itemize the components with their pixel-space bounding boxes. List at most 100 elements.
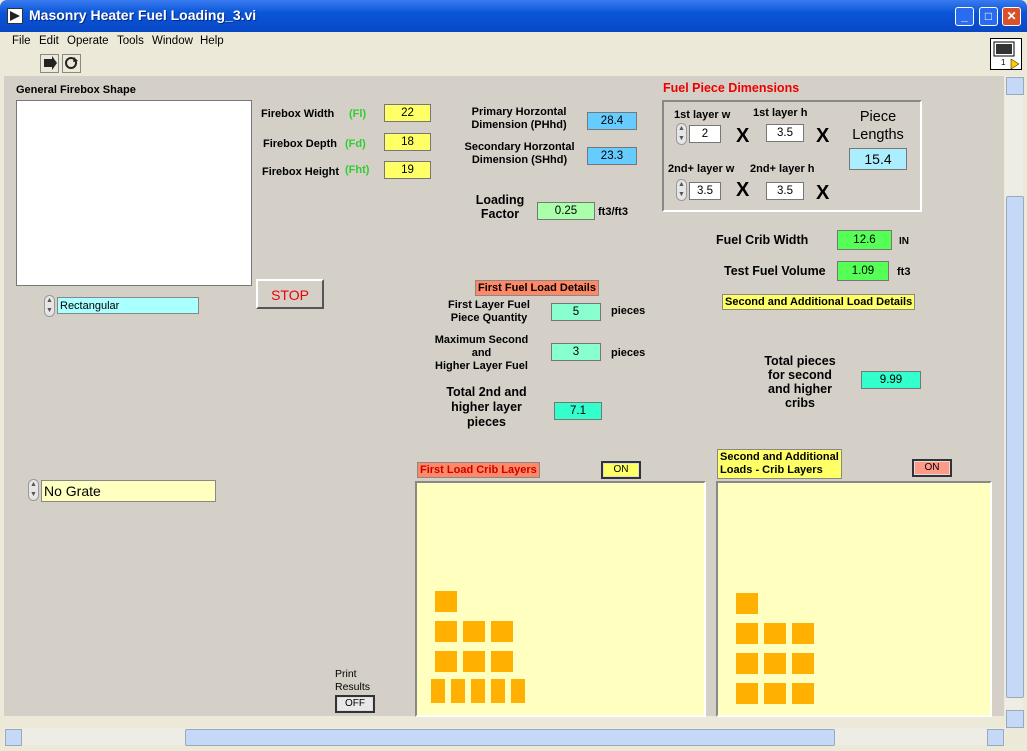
firebox-width-symbol: (Fl) — [349, 108, 367, 120]
loading-factor-unit: ft3/ft3 — [598, 206, 628, 218]
scroll-left-icon[interactable] — [5, 729, 22, 746]
grate-spinner-icon[interactable]: ▲ ▼ — [28, 479, 39, 501]
crib-block — [491, 679, 505, 703]
second-total-label-4: cribs — [785, 396, 815, 410]
toolbar — [4, 52, 1023, 76]
menu-operate[interactable]: Operate — [67, 35, 109, 47]
second-total-label-1: Total pieces — [764, 354, 836, 368]
second-load-graph — [716, 481, 992, 717]
print-results-toggle-label: OFF — [338, 698, 372, 710]
first-qty-unit: pieces — [611, 305, 646, 317]
menu-help[interactable]: Help — [200, 35, 224, 47]
test-fuel-volume-label: Test Fuel Volume — [724, 264, 826, 278]
crib-block — [471, 679, 485, 703]
menu-edit[interactable]: Edit — [39, 35, 59, 47]
horizontal-scroll-thumb[interactable] — [185, 729, 835, 746]
loading-factor-label-1: Loading — [475, 193, 525, 207]
crib-block — [736, 653, 758, 674]
fuel-crib-width-indicator: 12.6 — [837, 230, 892, 250]
second-layer-h-label: 2nd+ layer h — [750, 163, 815, 175]
test-fuel-volume-indicator: 1.09 — [837, 261, 889, 281]
piece-lengths-label-2: Lengths — [852, 127, 904, 143]
first-load-graph — [415, 481, 706, 717]
shape-spinner-icon[interactable]: ▲ ▼ — [44, 295, 55, 317]
second-layer-w-label: 2nd+ layer w — [668, 163, 735, 175]
second-load-graph-title: Second and Additional Loads - Crib Layer… — [717, 449, 842, 479]
total-layer-label-1: Total 2nd and — [446, 385, 527, 399]
crib-block — [435, 651, 457, 672]
piece-lengths-indicator: 15.4 — [849, 148, 907, 170]
crib-block — [736, 683, 758, 704]
minimize-button[interactable]: _ — [955, 7, 974, 26]
primary-dimension-label-1: Primary Horzontal — [471, 106, 567, 118]
piece-lengths-label-1: Piece — [859, 109, 897, 125]
scroll-up-icon[interactable] — [1006, 77, 1024, 95]
multiply-x-3: X — [736, 179, 750, 201]
grate-ring[interactable]: No Grate — [41, 480, 216, 502]
max-qty-label-1: Maximum Second — [434, 334, 529, 346]
vi-connector-icon[interactable]: 1 — [990, 38, 1022, 70]
crib-block — [463, 621, 485, 642]
second-load-graph-title-1: Second and Additional — [720, 451, 839, 463]
loading-factor-input[interactable]: 0.25 — [537, 202, 595, 220]
firebox-depth-label: Firebox Depth — [263, 138, 337, 150]
firebox-shape-ring[interactable]: Rectangular — [57, 297, 199, 314]
maximize-button[interactable]: □ — [979, 7, 998, 26]
firebox-depth-input[interactable]: 18 — [384, 133, 431, 151]
crib-block — [736, 623, 758, 644]
crib-block — [491, 651, 513, 672]
fuel-crib-width-unit: IN — [899, 236, 909, 247]
total-layer-label-2: higher layer — [451, 400, 522, 414]
second-layer-w-input[interactable]: 3.5 — [689, 182, 721, 200]
max-qty-unit: pieces — [611, 347, 646, 359]
first-qty-label-1: First Layer Fuel — [448, 299, 530, 311]
firebox-width-input[interactable]: 22 — [384, 104, 431, 122]
second-layer-w-spinner-icon[interactable]: ▲ ▼ — [676, 179, 687, 201]
firebox-height-input[interactable]: 19 — [384, 161, 431, 179]
vertical-scrollbar[interactable] — [1005, 76, 1024, 728]
scroll-down-icon[interactable] — [1006, 710, 1024, 728]
second-load-toggle[interactable]: ON — [912, 459, 952, 477]
crib-block — [792, 653, 814, 674]
primary-dimension-label-2: Dimension (PHhd) — [471, 119, 567, 131]
second-total-label-3: and higher — [768, 382, 832, 396]
firebox-height-symbol: (Fht) — [345, 164, 370, 176]
first-load-toggle[interactable]: ON — [601, 461, 641, 479]
first-layer-w-label: 1st layer w — [674, 109, 731, 121]
primary-dimension-indicator: 28.4 — [587, 112, 637, 130]
secondary-dimension-label-1: Secondary Horzontal — [464, 141, 575, 153]
crib-block — [435, 621, 457, 642]
second-layer-h-input[interactable]: 3.5 — [766, 182, 804, 200]
horizontal-scrollbar[interactable] — [4, 728, 1005, 746]
first-layer-h-label: 1st layer h — [753, 107, 808, 119]
first-layer-h-input[interactable]: 3.5 — [766, 124, 804, 142]
first-load-toggle-label: ON — [604, 464, 638, 476]
crib-block — [435, 591, 457, 612]
max-qty-label-2: and — [471, 347, 492, 359]
menu-tools[interactable]: Tools — [117, 35, 144, 47]
scroll-right-icon[interactable] — [987, 729, 1004, 746]
stop-button[interactable]: STOP — [256, 279, 324, 309]
test-fuel-volume-unit: ft3 — [897, 266, 911, 278]
firebox-depth-symbol: (Fd) — [345, 138, 366, 150]
multiply-x-2: X — [816, 125, 830, 147]
first-layer-w-spinner-icon[interactable]: ▲ ▼ — [676, 123, 687, 145]
crib-block — [511, 679, 525, 703]
app-window: Masonry Heater Fuel Loading_3.vi _ □ ✕ F… — [0, 0, 1027, 751]
secondary-dimension-indicator: 23.3 — [587, 147, 637, 165]
second-load-graph-title-2: Loads - Crib Layers — [720, 464, 823, 476]
loading-factor-label-2: Factor — [480, 207, 520, 221]
print-results-label-2: Results — [335, 681, 371, 693]
second-total-indicator: 9.99 — [861, 371, 921, 389]
second-load-toggle-label: ON — [915, 462, 949, 474]
menu-window[interactable]: Window — [152, 35, 193, 47]
menu-file[interactable]: File — [12, 35, 31, 47]
vertical-scroll-thumb[interactable] — [1006, 196, 1024, 698]
run-arrow-icon[interactable] — [40, 54, 59, 73]
max-qty-label-3: Higher Layer Fuel — [435, 360, 528, 372]
firebox-width-label: Firebox Width — [261, 108, 335, 120]
close-button[interactable]: ✕ — [1002, 7, 1021, 26]
run-continuously-icon[interactable] — [62, 54, 81, 73]
first-layer-w-input[interactable]: 2 — [689, 125, 721, 143]
print-results-toggle[interactable]: OFF — [335, 695, 375, 713]
